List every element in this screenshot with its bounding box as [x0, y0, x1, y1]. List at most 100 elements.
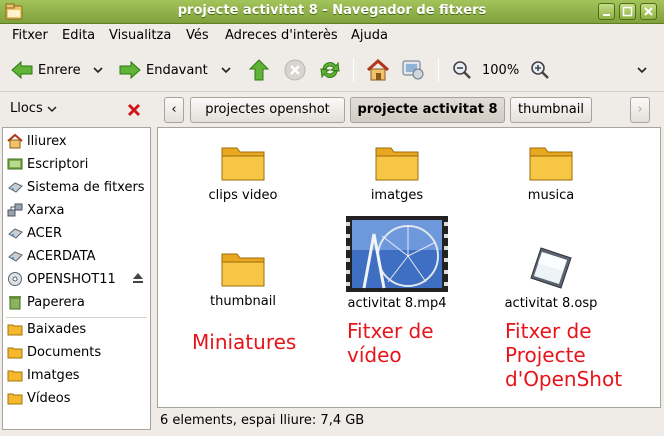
sidebar-item-label: Vídeos	[27, 390, 71, 406]
forward-history-dropdown[interactable]	[220, 56, 232, 84]
annotation-line: Projecte	[505, 343, 586, 367]
annotation-line: vídeo	[347, 343, 402, 367]
sidebar-item-acerdata[interactable]: ACERDATA	[7, 246, 95, 266]
folder-icon	[7, 393, 23, 405]
sidebar-separator	[6, 317, 147, 318]
breadcrumb-scroll-left[interactable]: ‹	[164, 97, 184, 123]
annotation-line: d'OpenShot	[505, 367, 623, 391]
drive-icon	[8, 182, 23, 193]
annotation-video: Fitxer de vídeo	[347, 319, 434, 367]
sidebar-item-baixades[interactable]: Baixades	[7, 319, 86, 339]
zoom-in-button[interactable]	[530, 56, 550, 84]
forward-button[interactable]: Endavant	[118, 56, 208, 84]
file-name: activitat 8.mp4	[347, 296, 447, 311]
zoom-level[interactable]: 100%	[482, 56, 519, 84]
up-button[interactable]	[248, 56, 270, 84]
annotation-miniatures: Miniatures	[192, 330, 296, 354]
places-selector[interactable]: Llocs	[10, 101, 57, 116]
computer-button[interactable]	[400, 56, 426, 84]
file-name: clips video	[208, 188, 278, 203]
chevron-right-icon: ›	[637, 102, 643, 117]
menu-ves[interactable]: Vés	[186, 28, 209, 43]
reload-button[interactable]	[318, 56, 342, 84]
menu-edita[interactable]: Edita	[62, 28, 95, 43]
file-item-imatges[interactable]: imatges	[332, 140, 462, 203]
drive-icon	[8, 228, 23, 239]
sidebar-item-escriptori[interactable]: Escriptori	[7, 154, 88, 174]
sidebar-item-imatges[interactable]: Imatges	[7, 365, 80, 385]
zoom-in-icon	[531, 61, 549, 79]
places-sidebar: lliurex Escriptori Sistema de fitxers Xa…	[2, 127, 151, 430]
file-item-project[interactable]: activitat 8.osp	[486, 244, 616, 311]
sidebar-item-acer[interactable]: ACER	[7, 223, 62, 243]
reload-icon	[320, 61, 340, 79]
sidebar-item-paperera[interactable]: Paperera	[7, 292, 85, 312]
annotation-line: Fitxer de	[347, 319, 434, 343]
menu-fitxer[interactable]: Fitxer	[12, 28, 48, 43]
folder-icon	[221, 147, 265, 181]
zoom-out-button[interactable]	[452, 56, 472, 84]
stop-button[interactable]	[283, 56, 307, 84]
breadcrumb-scroll-right[interactable]: ›	[630, 97, 650, 123]
close-sidebar-icon[interactable]	[126, 102, 142, 118]
status-bar: 6 elements, espai lliure: 7,4 GB	[160, 413, 365, 428]
folder-icon	[7, 370, 23, 382]
computer-icon	[402, 60, 424, 80]
folder-icon	[529, 147, 573, 181]
sidebar-item-lliurex[interactable]: lliurex	[7, 131, 67, 151]
sidebar-item-openshot11[interactable]: OPENSHOT11	[7, 269, 146, 289]
folder-icon	[375, 147, 419, 181]
chevron-left-icon: ‹	[171, 102, 177, 117]
network-icon	[7, 203, 23, 217]
toolbar-separator	[353, 58, 354, 82]
toolbar-overflow-button[interactable]	[636, 56, 648, 84]
stop-icon	[284, 59, 306, 81]
file-name: musica	[527, 188, 575, 203]
sidebar-item-videos[interactable]: Vídeos	[7, 388, 70, 408]
eject-icon[interactable]	[132, 272, 144, 284]
breadcrumb-item[interactable]: projectes openshot	[190, 97, 345, 123]
sidebar-item-label: Documents	[27, 344, 102, 360]
trash-icon	[9, 296, 21, 310]
sidebar-item-label: Paperera	[27, 294, 85, 310]
file-item-musica[interactable]: musica	[486, 140, 616, 203]
forward-arrow-icon	[119, 60, 141, 80]
menu-adreces[interactable]: Adreces d'interès	[225, 28, 338, 43]
file-item-video[interactable]: activitat 8.mp4	[332, 216, 462, 311]
minimize-icon	[603, 14, 610, 16]
chevron-down-icon	[637, 67, 647, 74]
close-window-button[interactable]	[640, 3, 657, 20]
file-item-thumbnail[interactable]: thumbnail	[178, 246, 308, 309]
menu-ajuda[interactable]: Ajuda	[351, 28, 388, 43]
zoom-level-value: 100%	[482, 62, 520, 78]
disc-icon	[8, 272, 22, 286]
home-icon	[366, 58, 390, 81]
menu-visualitza[interactable]: Visualitza	[109, 28, 171, 43]
sidebar-item-sistema-fitxers[interactable]: Sistema de fitxers	[7, 177, 145, 197]
sidebar-item-label: ACER	[27, 225, 62, 241]
location-bar: Llocs ‹ projectes openshot projecte acti…	[0, 93, 664, 127]
toolbar: Enrere Endavant 100%	[0, 48, 664, 92]
file-item-clips-video[interactable]: clips video	[178, 140, 308, 203]
breadcrumb-item[interactable]: thumbnail	[510, 97, 592, 123]
maximize-button[interactable]	[619, 3, 636, 20]
sidebar-item-label: OPENSHOT11	[27, 271, 116, 287]
pane-splitter[interactable]	[152, 127, 156, 430]
project-file-icon	[530, 247, 572, 289]
window-title: projecte activitat 8 - Navegador de fitx…	[177, 3, 487, 18]
title-bar[interactable]: projecte activitat 8 - Navegador de fitx…	[0, 0, 664, 24]
file-view[interactable]: clips video imatges musica thumbnail act…	[157, 127, 661, 408]
home-icon	[7, 133, 23, 149]
back-history-dropdown[interactable]	[92, 56, 104, 84]
back-button[interactable]: Enrere	[10, 56, 81, 84]
minimize-button[interactable]	[598, 3, 615, 20]
sidebar-item-xarxa[interactable]: Xarxa	[7, 200, 65, 220]
sidebar-item-label: Xarxa	[27, 202, 65, 218]
sidebar-item-documents[interactable]: Documents	[7, 342, 101, 362]
toolbar-separator	[438, 58, 439, 82]
home-button[interactable]	[365, 56, 391, 84]
sidebar-item-label: ACERDATA	[27, 248, 96, 264]
menu-bar: Fitxer Edita Visualitza Vés Adreces d'in…	[0, 24, 664, 47]
chevron-down-icon	[221, 67, 231, 74]
breadcrumb-item-active[interactable]: projecte activitat 8	[350, 97, 505, 123]
